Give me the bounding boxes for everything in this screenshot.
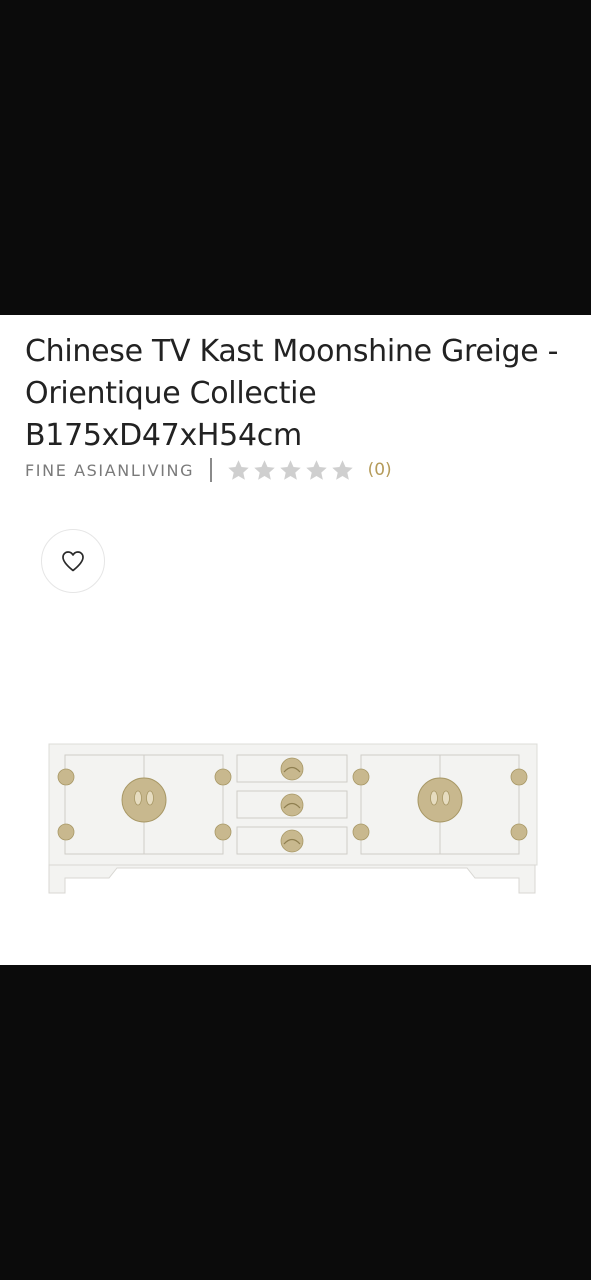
star-icon (305, 459, 327, 480)
review-count[interactable]: (0) (368, 460, 392, 480)
star-icon (331, 459, 353, 480)
wishlist-button[interactable] (41, 529, 105, 593)
rating-stars[interactable] (226, 458, 355, 483)
product-image[interactable] (45, 740, 541, 900)
star-icon (279, 459, 301, 480)
product-header: Chinese TV Kast Moonshine Greige - Orien… (0, 315, 591, 965)
product-meta: FINE ASIANLIVING (0) (25, 455, 392, 485)
brand-link[interactable]: FINE ASIANLIVING (25, 461, 194, 480)
product-title: Chinese TV Kast Moonshine Greige - Orien… (25, 334, 559, 453)
heart-outline-icon (62, 551, 84, 572)
star-icon (253, 459, 275, 480)
meta-divider (210, 458, 212, 482)
letterbox-bottom (0, 965, 591, 1280)
letterbox-top (0, 0, 591, 315)
star-icon (227, 459, 249, 480)
